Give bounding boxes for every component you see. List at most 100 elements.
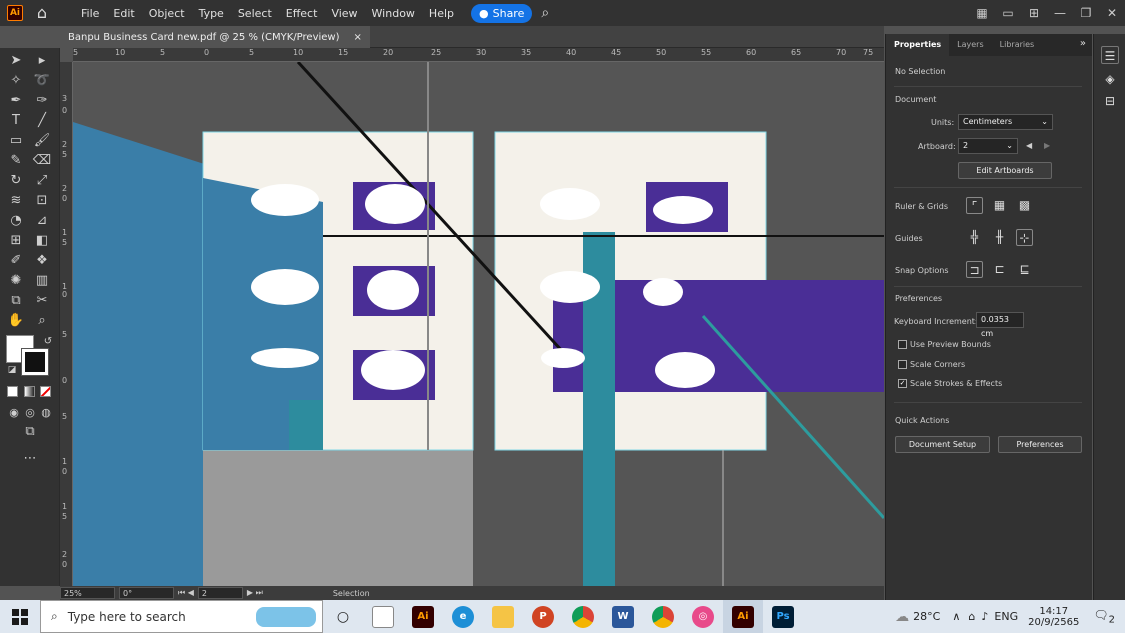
arrange-documents-icon[interactable]: ▦ — [969, 6, 995, 20]
edit-artboards-button[interactable]: Edit Artboards — [958, 162, 1052, 179]
screen-mode-icon[interactable]: ⧉ — [20, 423, 40, 441]
network-icon[interactable]: ⌂ — [968, 610, 975, 623]
smart-guides-icon[interactable]: ⊹ — [1016, 229, 1033, 246]
libraries-panel-icon[interactable]: ⊟ — [1101, 92, 1119, 110]
search-icon[interactable]: ⌕ — [541, 5, 549, 21]
workspace-icon[interactable]: ▭ — [995, 6, 1021, 20]
artboard-select[interactable]: 2 ⌄ — [958, 138, 1018, 154]
collapse-panel-icon[interactable]: » — [1080, 38, 1086, 49]
artboard-canvas[interactable] — [73, 62, 884, 586]
hand-tool-icon[interactable]: ✋ — [6, 312, 26, 330]
color-mode-icon[interactable] — [7, 386, 18, 397]
menu-type[interactable]: Type — [192, 7, 231, 20]
width-tool-icon[interactable]: ≋ — [6, 192, 26, 210]
grid-icon[interactable]: ▦ — [991, 197, 1008, 214]
lasso-tool-icon[interactable]: ➰ — [32, 72, 52, 90]
curvature-tool-icon[interactable]: ✑ — [32, 92, 52, 110]
taskbar-explorer[interactable] — [483, 600, 523, 633]
scale-tool-icon[interactable]: ⤢ — [32, 172, 52, 190]
layers-panel-icon[interactable]: ◈ — [1101, 70, 1119, 88]
language-indicator[interactable]: ENG — [994, 610, 1018, 623]
zoom-tool-icon[interactable]: ⌕ — [32, 312, 52, 330]
shaper-tool-icon[interactable]: ✎ — [6, 152, 26, 170]
swap-colors-icon[interactable]: ↺ — [38, 333, 58, 351]
paintbrush-tool-icon[interactable]: 🖌 — [32, 132, 52, 150]
menu-effect[interactable]: Effect — [279, 7, 325, 20]
share-button[interactable]: ● Share — [471, 3, 533, 23]
default-colors-icon[interactable]: ◪ — [2, 361, 22, 379]
close-icon[interactable]: ✕ — [1099, 6, 1125, 20]
eyedropper-tool-icon[interactable]: ✐ — [6, 252, 26, 270]
shape-builder-tool-icon[interactable]: ◔ — [6, 212, 26, 230]
menu-help[interactable]: Help — [422, 7, 461, 20]
type-tool-icon[interactable]: T — [6, 112, 26, 130]
home-icon[interactable]: ⌂ — [33, 4, 51, 22]
more-tools-icon[interactable]: ⋯ — [20, 450, 40, 468]
minimize-icon[interactable]: — — [1047, 6, 1073, 20]
selection-tool-icon[interactable]: ➤ — [6, 52, 26, 70]
lock-guides-icon[interactable]: ╫ — [991, 229, 1008, 246]
taskbar-app[interactable]: ◎ — [683, 600, 723, 633]
taskbar-search[interactable]: ⌕ Type here to search — [40, 600, 323, 633]
pen-tool-icon[interactable]: ✒ — [6, 92, 26, 110]
rotation-field[interactable]: 0° — [119, 587, 174, 599]
speaker-icon[interactable]: ♪ — [981, 610, 988, 623]
tab-close-icon[interactable]: × — [354, 32, 362, 43]
slice-tool-icon[interactable]: ✂ — [32, 292, 52, 310]
draw-inside-icon[interactable]: ◍ — [36, 404, 56, 422]
taskbar-chrome[interactable] — [563, 600, 603, 633]
scale-corners-checkbox[interactable] — [898, 360, 907, 369]
keyboard-increment-input[interactable]: 0.0353 cm — [976, 312, 1024, 338]
menu-view[interactable]: View — [324, 7, 364, 20]
menu-object[interactable]: Object — [142, 7, 192, 20]
taskbar-word[interactable]: W — [603, 600, 643, 633]
tab-layers[interactable]: Layers — [949, 34, 991, 56]
snap-to-grid-icon[interactable]: ⊏ — [991, 261, 1008, 278]
taskbar-illustrator-1[interactable]: Ai — [403, 600, 443, 633]
document-setup-button[interactable]: Document Setup — [895, 436, 990, 453]
none-mode-icon[interactable] — [40, 386, 51, 397]
magic-wand-tool-icon[interactable]: ✧ — [6, 72, 26, 90]
show-guides-icon[interactable]: ╬ — [966, 229, 983, 246]
units-select[interactable]: Centimeters ⌄ — [958, 114, 1053, 130]
gradient-tool-icon[interactable]: ◧ — [32, 232, 52, 250]
artboard-tool-icon[interactable]: ⧉ — [6, 292, 26, 310]
column-graph-tool-icon[interactable]: ▥ — [32, 272, 52, 290]
taskbar-powerpoint[interactable]: P — [523, 600, 563, 633]
line-tool-icon[interactable]: ╱ — [32, 112, 52, 130]
taskbar-illustrator-active[interactable]: Ai — [723, 600, 763, 633]
perspective-grid-tool-icon[interactable]: ⊿ — [32, 212, 52, 230]
direct-selection-tool-icon[interactable]: ▸ — [32, 52, 52, 70]
ruler-icon[interactable]: ⌜ — [966, 197, 983, 214]
snap-to-pixel-icon[interactable]: ⊑ — [1016, 261, 1033, 278]
restore-icon[interactable]: ❐ — [1073, 6, 1099, 20]
gradient-mode-icon[interactable] — [24, 386, 35, 397]
mesh-tool-icon[interactable]: ⊞ — [6, 232, 26, 250]
task-view-button[interactable]: ○ — [323, 600, 363, 633]
menu-file[interactable]: File — [74, 7, 106, 20]
workspace-switcher-icon[interactable]: ⊞ — [1021, 6, 1047, 20]
snap-to-point-icon[interactable]: ⊐ — [966, 261, 983, 278]
preferences-button[interactable]: Preferences — [998, 436, 1082, 453]
eraser-tool-icon[interactable]: ⌫ — [32, 152, 52, 170]
rectangle-tool-icon[interactable]: ▭ — [6, 132, 26, 150]
clock[interactable]: 14:17 20/9/2565 — [1028, 606, 1079, 628]
properties-panel-icon[interactable]: ☰ — [1101, 46, 1119, 64]
stroke-swatch[interactable] — [21, 348, 49, 376]
previous-artboard-icon[interactable]: ◀ — [1026, 141, 1032, 150]
windows-start-button[interactable] — [0, 600, 40, 633]
taskbar-file[interactable] — [363, 600, 403, 633]
scale-strokes-checkbox[interactable]: ✓ — [898, 379, 907, 388]
next-artboard-icon[interactable]: ▶ — [1044, 141, 1050, 150]
use-preview-bounds-checkbox[interactable] — [898, 340, 907, 349]
transparency-grid-icon[interactable]: ▩ — [1016, 197, 1033, 214]
blend-tool-icon[interactable]: ❖ — [32, 252, 52, 270]
menu-select[interactable]: Select — [231, 7, 279, 20]
rotate-tool-icon[interactable]: ↻ — [6, 172, 26, 190]
artboard-field[interactable]: 2 — [197, 587, 243, 599]
symbol-sprayer-tool-icon[interactable]: ✺ — [6, 272, 26, 290]
taskbar-edge[interactable]: e — [443, 600, 483, 633]
zoom-field[interactable]: 25% — [60, 587, 115, 599]
artboard-next-icons[interactable]: ▶ ⏭ — [247, 588, 263, 598]
free-transform-tool-icon[interactable]: ⊡ — [32, 192, 52, 210]
